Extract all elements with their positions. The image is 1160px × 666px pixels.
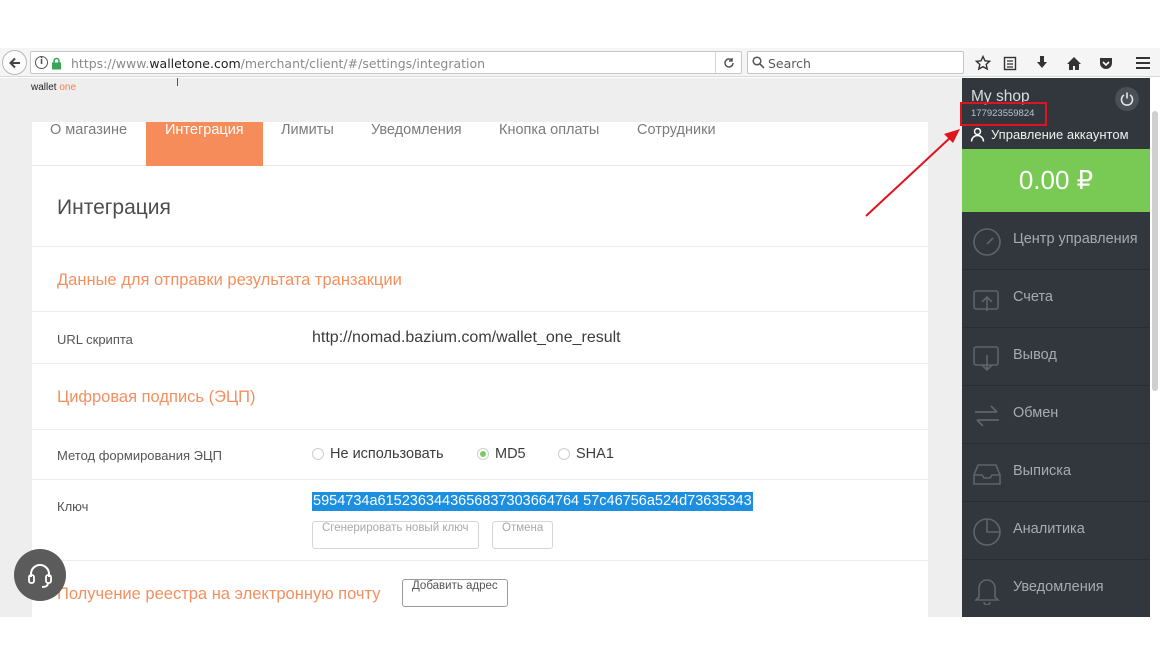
account-sidebar: My shop 177923559824 Управление аккаунто… <box>962 78 1150 617</box>
radio-circle <box>558 448 570 460</box>
clipboard-icon <box>1003 56 1017 71</box>
headset-icon <box>28 564 52 588</box>
star-icon <box>975 55 991 71</box>
main-page: wallet one О магазине Интеграция Лимиты … <box>0 78 962 617</box>
radio-none[interactable]: Не использовать <box>312 444 444 464</box>
divider <box>32 246 928 247</box>
back-button[interactable] <box>2 50 27 75</box>
download-arrow-icon <box>1037 56 1047 68</box>
scrollbar-thumb[interactable] <box>1152 111 1158 391</box>
annotation-highlight-box <box>960 102 1047 126</box>
home-button[interactable] <box>1064 53 1084 73</box>
url-text: https://www.walletone.com/merchant/clien… <box>71 56 486 71</box>
divider <box>32 311 928 312</box>
user-icon <box>970 127 985 142</box>
screenshot: i https://www.walletone.com/merchant/cli… <box>0 0 1160 666</box>
url-script-value[interactable]: http://nomad.bazium.com/wallet_one_resul… <box>312 329 621 347</box>
radio-circle <box>312 448 324 460</box>
downloads-button[interactable] <box>1032 53 1052 73</box>
sidebar-item-withdraw[interactable]: Вывод <box>962 328 1150 386</box>
browser-toolbar: i https://www.walletone.com/merchant/cli… <box>0 48 1160 77</box>
registry-heading: Получение реестра на электронную почту <box>57 585 381 603</box>
radio-sha1[interactable]: SHA1 <box>558 444 614 464</box>
page-title: Интеграция <box>57 196 171 219</box>
tab-integration[interactable]: Интеграция <box>146 122 263 166</box>
pie-chart-icon <box>973 518 1001 546</box>
lock-icon <box>52 57 61 70</box>
speedometer-icon <box>973 228 1001 256</box>
menu-button[interactable] <box>1133 53 1153 73</box>
reload-icon <box>723 57 734 68</box>
bell-icon <box>974 579 1000 605</box>
tab-about-shop[interactable]: О магазине <box>50 122 127 166</box>
tab-notifications[interactable]: Уведомления <box>371 122 462 166</box>
key-value-selected[interactable]: 5954734a6152363443656837303664764 57c467… <box>312 492 753 511</box>
settings-tabs: О магазине Интеграция Лимиты Уведомления… <box>32 122 928 166</box>
tab-payment-button[interactable]: Кнопка оплаты <box>499 122 599 166</box>
walletone-logo[interactable]: wallet one <box>31 82 76 93</box>
key-label: Ключ <box>57 499 89 514</box>
hamburger-icon <box>1136 57 1150 69</box>
transaction-heading: Данные для отправки результата транзакци… <box>57 271 402 289</box>
search-input[interactable]: Search <box>747 51 964 74</box>
signature-heading: Цифровая подпись (ЭЦП) <box>57 388 256 406</box>
divider <box>32 479 928 480</box>
sidebar-item-invoices[interactable]: Счета <box>962 270 1150 328</box>
bookmark-star-button[interactable] <box>973 53 993 73</box>
search-placeholder: Search <box>768 56 811 71</box>
home-icon <box>1067 56 1081 70</box>
tab-limits[interactable]: Лимиты <box>281 122 334 166</box>
page-scrollbar[interactable] <box>1150 78 1160 617</box>
logout-button[interactable] <box>1115 87 1139 111</box>
radio-circle-selected <box>477 448 489 460</box>
url-script-label: URL скрипта <box>57 332 133 347</box>
divider <box>32 429 928 430</box>
power-icon <box>1120 92 1134 106</box>
withdraw-wallet-icon <box>973 346 999 372</box>
radio-md5[interactable]: MD5 <box>477 444 526 464</box>
reload-button[interactable] <box>715 52 741 73</box>
tab-employees[interactable]: Сотрудники <box>637 122 716 166</box>
pocket-button[interactable] <box>1096 53 1116 73</box>
signature-method-radio-group: Не использовать MD5 SHA1 <box>312 444 712 464</box>
arrow-left-icon <box>8 57 20 68</box>
exchange-arrows-icon <box>975 405 999 427</box>
pocket-icon <box>1100 57 1112 69</box>
account-management-link[interactable]: Управление аккаунтом <box>970 125 1129 143</box>
signature-method-label: Метод формирования ЭЦП <box>57 448 222 463</box>
sidebar-item-dashboard[interactable]: Центр управления <box>962 212 1150 270</box>
reading-list-button[interactable] <box>1000 53 1020 73</box>
add-address-button[interactable]: Добавить адрес <box>402 579 508 607</box>
sidebar-item-analytics[interactable]: Аналитика <box>962 502 1150 560</box>
generate-key-button[interactable]: Сгенерировать новый ключ <box>312 521 479 549</box>
sidebar-item-notifications[interactable]: Уведомления <box>962 560 1150 617</box>
header-divider <box>177 78 178 86</box>
support-chat-button[interactable] <box>14 549 66 601</box>
divider <box>32 363 928 364</box>
balance-display: 0.00 ₽ <box>962 149 1150 212</box>
cancel-button[interactable]: Отмена <box>492 521 554 549</box>
settings-card: О магазине Интеграция Лимиты Уведомления… <box>32 122 928 617</box>
sidebar-item-statement[interactable]: Выписка <box>962 444 1150 502</box>
inbox-tray-icon <box>973 464 1001 485</box>
invoice-wallet-icon <box>973 290 999 311</box>
address-bar[interactable]: i https://www.walletone.com/merchant/cli… <box>30 51 742 74</box>
search-icon <box>752 56 765 69</box>
divider <box>32 560 928 561</box>
sidebar-item-exchange[interactable]: Обмен <box>962 386 1150 444</box>
info-icon[interactable]: i <box>35 56 48 69</box>
